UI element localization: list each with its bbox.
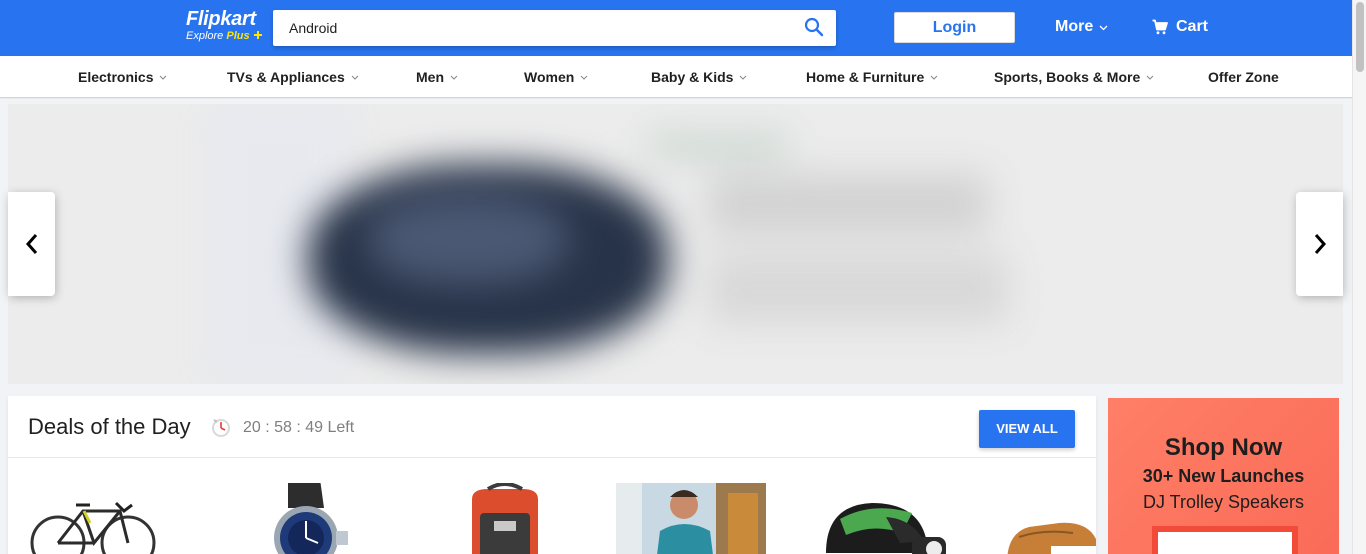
nav-item-label: Women bbox=[524, 69, 575, 85]
cart-label: Cart bbox=[1176, 18, 1209, 35]
ad-product-image bbox=[1152, 526, 1298, 554]
nav-item-women[interactable]: Women bbox=[524, 69, 588, 85]
chevron-right-icon bbox=[1314, 234, 1326, 254]
nav-item-tvs-appliances[interactable]: TVs & Appliances bbox=[227, 69, 359, 85]
top-header: Flipkart Explore Plus Login More bbox=[0, 0, 1352, 56]
product-bicycle-image[interactable] bbox=[28, 483, 158, 554]
banner-next-button[interactable] bbox=[1296, 192, 1343, 296]
chevron-down-icon bbox=[580, 75, 588, 80]
plus-icon bbox=[253, 31, 262, 39]
nav-item-label: Electronics bbox=[78, 69, 154, 85]
deals-product-list bbox=[8, 459, 1096, 554]
logo-text: Flipkart bbox=[186, 8, 256, 30]
flipkart-logo[interactable]: Flipkart Explore Plus bbox=[186, 9, 266, 45]
deals-of-the-day: Deals of the Day 20 : 58 : 49 Left VIEW … bbox=[8, 396, 1096, 554]
page-scrollbar[interactable] bbox=[1352, 0, 1366, 554]
product-tshirt-image[interactable] bbox=[616, 483, 766, 554]
nav-item-baby-kids[interactable]: Baby & Kids bbox=[651, 69, 747, 85]
ad-product-name: DJ Trolley Speakers bbox=[1142, 492, 1305, 512]
chevron-down-icon bbox=[930, 75, 938, 80]
logo-subtext: Explore Plus bbox=[186, 29, 266, 43]
chevron-left-icon bbox=[25, 234, 37, 254]
nav-item-home-furniture[interactable]: Home & Furniture bbox=[806, 69, 938, 85]
nav-item-label: Home & Furniture bbox=[806, 69, 925, 85]
nav-item-label: Men bbox=[416, 69, 444, 85]
deals-header: Deals of the Day 20 : 58 : 49 Left VIEW … bbox=[8, 396, 1096, 458]
view-all-button[interactable]: VIEW ALL bbox=[979, 410, 1075, 448]
cart-link[interactable]: Cart bbox=[1152, 18, 1208, 36]
deals-timer: 20 : 58 : 49 Left bbox=[243, 419, 355, 436]
ad-subtitle: 30+ New Launches bbox=[1142, 466, 1305, 486]
nav-item-men[interactable]: Men bbox=[416, 69, 458, 85]
search-input[interactable] bbox=[273, 10, 773, 46]
search-icon bbox=[804, 17, 824, 37]
chevron-down-icon bbox=[351, 75, 359, 80]
cart-icon bbox=[1152, 19, 1168, 35]
chevron-down-icon bbox=[1099, 25, 1108, 31]
promo-ad-card[interactable]: Shop Now 30+ New Launches DJ Trolley Spe… bbox=[1108, 398, 1339, 554]
nav-item-label: TVs & Appliances bbox=[227, 69, 345, 85]
search-button[interactable] bbox=[804, 17, 826, 39]
product-backpack-image[interactable] bbox=[458, 483, 558, 554]
deals-title: Deals of the Day bbox=[28, 414, 191, 439]
chevron-down-icon bbox=[160, 75, 167, 80]
hero-banner[interactable] bbox=[8, 104, 1343, 384]
logo-plus: Plus bbox=[226, 30, 250, 42]
logo-explore: Explore bbox=[186, 30, 224, 42]
login-button[interactable]: Login bbox=[894, 12, 1015, 43]
product-shoes-image[interactable] bbox=[1003, 483, 1096, 554]
product-helmet-image[interactable] bbox=[816, 483, 956, 554]
chevron-down-icon bbox=[450, 75, 458, 80]
chevron-down-icon bbox=[740, 75, 747, 80]
scrollbar-thumb[interactable] bbox=[1356, 2, 1364, 72]
more-menu[interactable]: More bbox=[1055, 18, 1108, 36]
banner-prev-button[interactable] bbox=[8, 192, 55, 296]
category-nav: Electronics TVs & Appliances Men Women B… bbox=[0, 56, 1352, 97]
chevron-down-icon bbox=[1146, 75, 1154, 80]
product-watch-image[interactable] bbox=[258, 483, 368, 554]
ad-title: Shop Now bbox=[1164, 434, 1283, 461]
banner-image bbox=[8, 104, 1343, 384]
nav-item-electronics[interactable]: Electronics bbox=[78, 69, 167, 85]
nav-item-sports-books[interactable]: Sports, Books & More bbox=[994, 69, 1154, 85]
nav-item-label: Baby & Kids bbox=[651, 69, 734, 85]
search-bar bbox=[273, 10, 836, 46]
nav-item-offer-zone[interactable]: Offer Zone bbox=[1208, 69, 1279, 85]
more-label: More bbox=[1055, 18, 1094, 35]
nav-item-label: Sports, Books & More bbox=[994, 69, 1141, 85]
nav-item-label: Offer Zone bbox=[1208, 69, 1279, 85]
stopwatch-icon bbox=[212, 419, 230, 437]
